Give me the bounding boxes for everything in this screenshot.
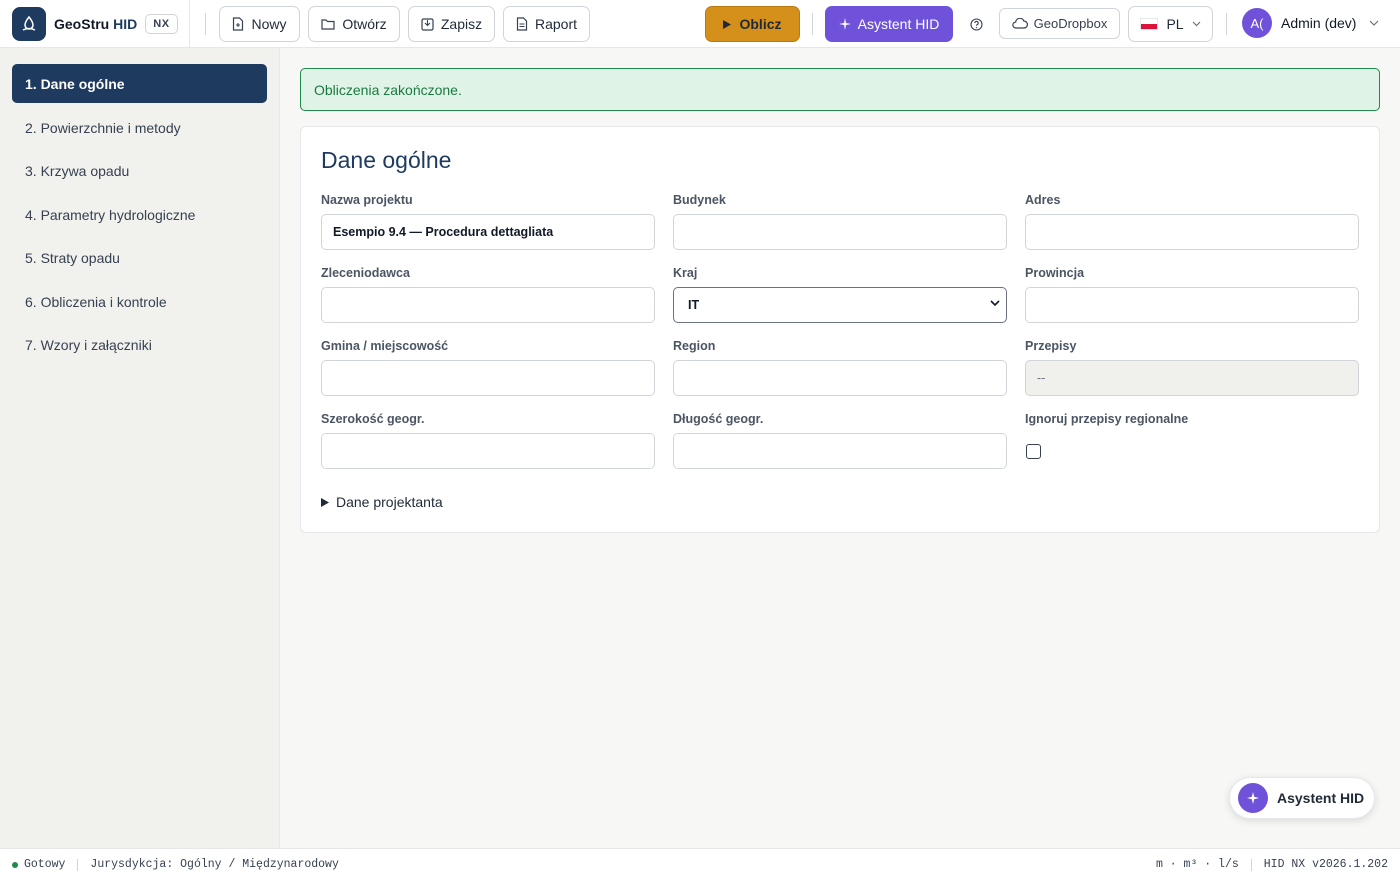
units-text: m · m³ · l/s [1155, 858, 1239, 871]
cloud-icon [1011, 18, 1028, 29]
save-icon [421, 17, 434, 31]
regulations-input: -- [1025, 360, 1359, 396]
language-select[interactable]: PL [1128, 6, 1213, 42]
avatar: A( [1242, 8, 1272, 38]
sparkle-icon [838, 18, 851, 30]
assistant-fab[interactable]: Asystent HID [1229, 777, 1375, 819]
project-name-input[interactable]: Esempio 9.4 — Procedura dettagliata [321, 214, 655, 250]
report-icon [516, 17, 528, 31]
page-title: Dane ogólne [321, 147, 452, 173]
brand[interactable]: GeoStru HID NX [12, 7, 178, 41]
geodropbox-button[interactable]: GeoDropbox [999, 8, 1120, 39]
sidebar: 1. Dane ogólne 2. Powierzchnie i metody … [0, 48, 280, 848]
play-icon [723, 19, 732, 29]
status-text: Gotowy [24, 858, 66, 871]
municipality-label: Gmina / miejscowość [321, 339, 449, 353]
save-button[interactable]: Zapisz [408, 6, 495, 42]
project-name-label: Nazwa projektu [321, 193, 413, 207]
toolbar-divider [205, 13, 206, 35]
status-dot-icon [12, 861, 18, 868]
version-text: HID NX v2026.1.202 [1263, 858, 1388, 871]
address-input[interactable] [1025, 214, 1359, 250]
sparkle-icon [1238, 783, 1268, 813]
longitude-label: Długość geogr. [673, 412, 764, 426]
success-alert: Obliczenia zakończone. [300, 68, 1380, 111]
chevron-down-icon [1192, 21, 1200, 27]
folder-icon [321, 19, 335, 30]
building-label: Budynek [673, 193, 726, 207]
sidebar-item-general[interactable]: 1. Dane ogólne [12, 64, 267, 103]
new-file-icon [233, 17, 244, 31]
new-button[interactable]: Nowy [219, 6, 300, 42]
latitude-input[interactable] [321, 433, 655, 469]
header-divider [189, 0, 190, 48]
assistant-button[interactable]: Asystent HID [825, 6, 953, 42]
sidebar-item-losses[interactable]: 5. Straty opadu [12, 238, 267, 277]
sidebar-item-rain-curve[interactable]: 3. Krzywa opadu [12, 151, 267, 190]
building-input[interactable] [673, 214, 1007, 250]
user-menu[interactable]: A( Admin (dev) [1242, 8, 1379, 38]
help-icon[interactable] [966, 14, 986, 34]
longitude-input[interactable] [673, 433, 1007, 469]
municipality-input[interactable] [321, 360, 655, 396]
general-data-card: Dane ogólne Nazwa projektu Esempio 9.4 —… [300, 126, 1380, 533]
chevron-down-icon [990, 300, 1000, 307]
region-label: Region [673, 339, 716, 353]
designer-data-toggle[interactable]: Dane projektanta [321, 494, 443, 510]
app-header: GeoStru HID NX Nowy Otwórz Zapisz Raport… [0, 0, 1400, 48]
open-button[interactable]: Otwórz [308, 6, 400, 42]
latitude-label: Szerokość geogr. [321, 412, 425, 426]
country-select[interactable]: IT [673, 287, 1007, 323]
client-label: Zleceniodawca [321, 266, 410, 280]
address-label: Adres [1025, 193, 1061, 207]
ignore-regional-checkbox[interactable] [1026, 444, 1041, 459]
province-label: Prowincja [1025, 266, 1085, 280]
toolbar-divider [812, 13, 813, 35]
region-input[interactable] [673, 360, 1007, 396]
user-name: Admin (dev) [1281, 15, 1357, 31]
jurisdiction-text: Jurysdykcja: Ogólny / Międzynarodowy [90, 858, 339, 871]
sidebar-item-calculations[interactable]: 6. Obliczenia i kontrole [12, 282, 267, 321]
ignore-regional-label: Ignoruj przepisy regionalne [1025, 412, 1189, 426]
province-input[interactable] [1025, 287, 1359, 323]
sidebar-item-surfaces[interactable]: 2. Powierzchnie i metody [12, 108, 267, 147]
country-label: Kraj [673, 266, 698, 280]
compute-button[interactable]: Oblicz [705, 6, 800, 42]
regulations-label: Przepisy [1025, 339, 1077, 353]
caret-right-icon [321, 497, 329, 507]
poland-flag-icon [1140, 18, 1159, 30]
report-button[interactable]: Raport [503, 6, 590, 42]
sidebar-item-hydrology[interactable]: 4. Parametry hydrologiczne [12, 195, 267, 234]
app-logo-icon [12, 7, 46, 41]
sidebar-item-formulas[interactable]: 7. Wzory i załączniki [12, 325, 267, 364]
brand-name: GeoStru HID [54, 16, 138, 32]
chevron-down-icon [1370, 20, 1379, 26]
status-bar: Gotowy Jurysdykcja: Ogólny / Międzynarod… [0, 848, 1400, 880]
toolbar-divider [1226, 13, 1227, 35]
edition-badge: NX [145, 14, 178, 34]
client-input[interactable] [321, 287, 655, 323]
